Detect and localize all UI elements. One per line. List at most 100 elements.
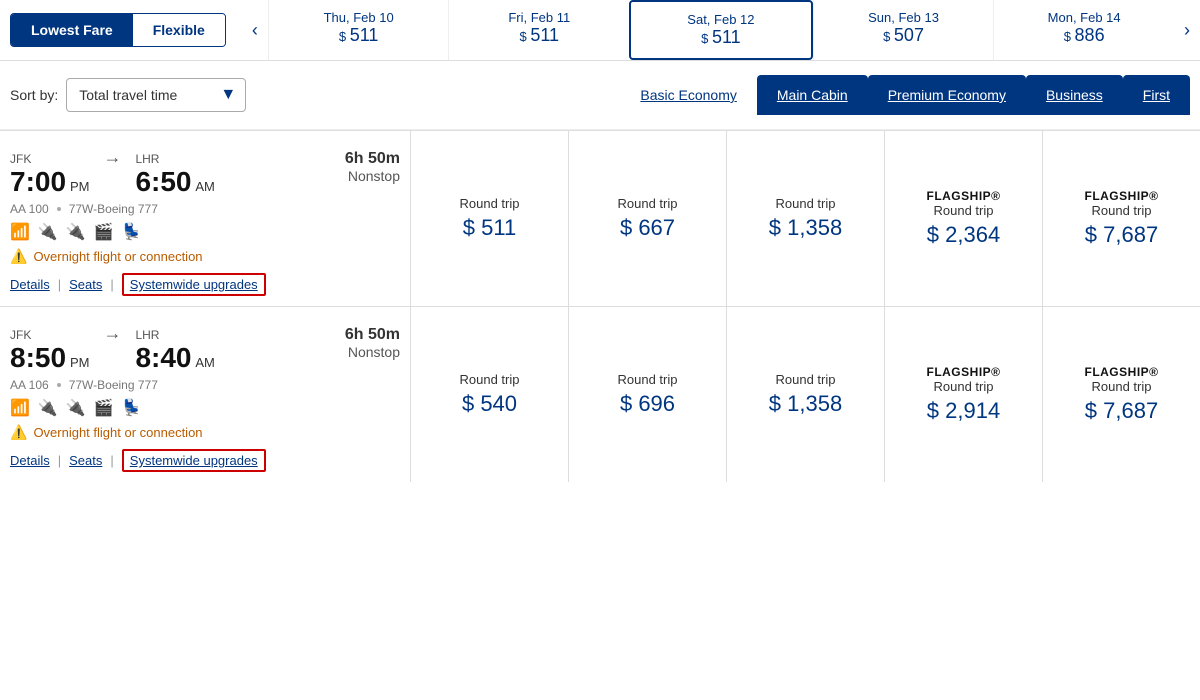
- price-amount-1-1: $ 696: [620, 391, 675, 417]
- aircraft-1: 77W-Boeing 777: [69, 378, 158, 392]
- cabin-tab-basic-economy[interactable]: Basic Economy: [620, 75, 756, 115]
- details-link-1[interactable]: Details: [10, 453, 50, 468]
- stops-1: Nonstop: [345, 344, 400, 360]
- entertainment-icon-0: 🎬: [94, 222, 114, 242]
- date-price-3: $ 507: [822, 25, 986, 46]
- stops-0: Nonstop: [345, 168, 400, 184]
- link-sep-2-0: |: [110, 277, 113, 292]
- meta-dot-0: [57, 207, 61, 211]
- cabin-tab-business[interactable]: Business: [1026, 75, 1123, 115]
- amenities-1: 📶 🔌 🔌 🎬 💺: [10, 398, 400, 418]
- dest-code-1: LHR: [135, 328, 214, 342]
- price-label-0-1: Round trip: [618, 196, 678, 211]
- price-cards-0: Round trip $ 511 Round trip $ 667 Round …: [410, 131, 1200, 306]
- overnight-text-1: Overnight flight or connection: [33, 425, 202, 440]
- price-label-1-2: Round trip: [776, 372, 836, 387]
- price-amount-0-3: $ 2,364: [927, 222, 1000, 248]
- flagship-label-0-4: FLAGSHIP®: [1084, 189, 1158, 203]
- seats-link-0[interactable]: Seats: [69, 277, 102, 292]
- flight-info-1: JFK 8:50 PM → LHR 8:40 AM 6h 50m Nonstop…: [0, 307, 410, 482]
- power-icon-1: 🔌: [38, 398, 58, 418]
- meta-dot-1: [57, 383, 61, 387]
- flight-meta-0: AA 100 77W-Boeing 777: [10, 202, 400, 216]
- date-nav: ‹ Thu, Feb 10 $ 511 Fri, Feb 11 $ 511 Sa…: [242, 0, 1200, 60]
- sort-select[interactable]: Total travel time Price Departure time: [66, 78, 246, 112]
- link-sep-1-0: |: [58, 277, 61, 292]
- systemwide-link-0[interactable]: Systemwide upgrades: [122, 273, 266, 296]
- date-price-4: $ 886: [1002, 25, 1166, 46]
- price-card-1-first[interactable]: FLAGSHIP® Round trip $ 7,687: [1042, 307, 1200, 482]
- details-link-0[interactable]: Details: [10, 277, 50, 292]
- seat-icon-1: 💺: [122, 398, 142, 418]
- depart-time-0: 7:00: [10, 166, 66, 197]
- price-card-0-first[interactable]: FLAGSHIP® Round trip $ 7,687: [1042, 131, 1200, 306]
- price-card-0-business[interactable]: FLAGSHIP® Round trip $ 2,364: [884, 131, 1042, 306]
- wifi-icon-1: 📶: [10, 398, 30, 418]
- seat-icon-0: 💺: [122, 222, 142, 242]
- power-icon-0: 🔌: [38, 222, 58, 242]
- date-label-4: Mon, Feb 14: [1002, 10, 1166, 25]
- arrow-icon-0: →: [103, 147, 121, 168]
- depart-period-1: PM: [70, 355, 90, 370]
- price-amount-0-1: $ 667: [620, 215, 675, 241]
- seats-link-1[interactable]: Seats: [69, 453, 102, 468]
- date-label-2: Sat, Feb 12: [639, 12, 803, 27]
- cabin-tab-main-cabin[interactable]: Main Cabin: [757, 75, 868, 115]
- origin-code-1: JFK: [10, 328, 89, 342]
- next-date-arrow[interactable]: ›: [1174, 20, 1200, 41]
- depart-period-0: PM: [70, 179, 90, 194]
- amenities-0: 📶 🔌 🔌 🎬 💺: [10, 222, 400, 242]
- prev-date-arrow[interactable]: ‹: [242, 20, 268, 41]
- price-amount-0-2: $ 1,358: [769, 215, 842, 241]
- date-cell-3[interactable]: Sun, Feb 13 $ 507: [813, 0, 994, 60]
- price-cards-1: Round trip $ 540 Round trip $ 696 Round …: [410, 307, 1200, 482]
- flight-row-0: JFK 7:00 PM → LHR 6:50 AM 6h 50m Nonstop…: [0, 130, 1200, 306]
- usb-icon-0: 🔌: [66, 222, 86, 242]
- dest-code-0: LHR: [135, 152, 214, 166]
- flight-row-1: JFK 8:50 PM → LHR 8:40 AM 6h 50m Nonstop…: [0, 306, 1200, 482]
- price-amount-1-2: $ 1,358: [769, 391, 842, 417]
- flagship-label-1-3: FLAGSHIP®: [926, 365, 1000, 379]
- flexible-button[interactable]: Flexible: [133, 14, 225, 46]
- overnight-icon-1: ⚠️: [10, 424, 27, 441]
- price-label-1-0: Round trip: [460, 372, 520, 387]
- arrive-time-0: 6:50: [135, 166, 191, 197]
- price-amount-1-4: $ 7,687: [1085, 398, 1158, 424]
- cabin-tab-first[interactable]: First: [1123, 75, 1190, 115]
- price-amount-0-4: $ 7,687: [1085, 222, 1158, 248]
- price-label-0-3: Round trip: [934, 203, 994, 218]
- price-card-0-main[interactable]: Round trip $ 667: [568, 131, 726, 306]
- price-label-1-1: Round trip: [618, 372, 678, 387]
- price-card-1-basic[interactable]: Round trip $ 540: [410, 307, 568, 482]
- cabin-tabs: Basic EconomyMain CabinPremium EconomyBu…: [620, 75, 1190, 115]
- date-label-3: Sun, Feb 13: [822, 10, 986, 25]
- price-label-0-4: Round trip: [1092, 203, 1152, 218]
- link-sep-2-1: |: [110, 453, 113, 468]
- arrive-period-0: AM: [195, 179, 215, 194]
- aircraft-0: 77W-Boeing 777: [69, 202, 158, 216]
- date-price-2: $ 511: [639, 27, 803, 48]
- usb-icon-1: 🔌: [66, 398, 86, 418]
- date-cell-4[interactable]: Mon, Feb 14 $ 886: [993, 0, 1174, 60]
- price-card-1-business[interactable]: FLAGSHIP® Round trip $ 2,914: [884, 307, 1042, 482]
- lowest-fare-button[interactable]: Lowest Fare: [11, 14, 133, 46]
- overnight-notice-1: ⚠️ Overnight flight or connection: [10, 424, 400, 441]
- price-amount-1-0: $ 540: [462, 391, 517, 417]
- date-cell-0[interactable]: Thu, Feb 10 $ 511: [268, 0, 449, 60]
- price-card-0-premium[interactable]: Round trip $ 1,358: [726, 131, 884, 306]
- sort-label: Sort by:: [10, 87, 58, 103]
- price-card-1-premium[interactable]: Round trip $ 1,358: [726, 307, 884, 482]
- flight-info-0: JFK 7:00 PM → LHR 6:50 AM 6h 50m Nonstop…: [0, 131, 410, 306]
- price-card-1-main[interactable]: Round trip $ 696: [568, 307, 726, 482]
- date-cell-1[interactable]: Fri, Feb 11 $ 511: [448, 0, 629, 60]
- overnight-text-0: Overnight flight or connection: [33, 249, 202, 264]
- price-amount-0-0: $ 511: [463, 215, 516, 241]
- depart-time-1: 8:50: [10, 342, 66, 373]
- flight-number-0: AA 100: [10, 202, 49, 216]
- date-cell-2[interactable]: Sat, Feb 12 $ 511: [629, 0, 813, 60]
- systemwide-link-1[interactable]: Systemwide upgrades: [122, 449, 266, 472]
- cabin-tab-premium-economy[interactable]: Premium Economy: [868, 75, 1026, 115]
- sort-cabin-row: Sort by: Total travel time Price Departu…: [0, 61, 1200, 130]
- price-card-0-basic[interactable]: Round trip $ 511: [410, 131, 568, 306]
- price-label-1-4: Round trip: [1092, 379, 1152, 394]
